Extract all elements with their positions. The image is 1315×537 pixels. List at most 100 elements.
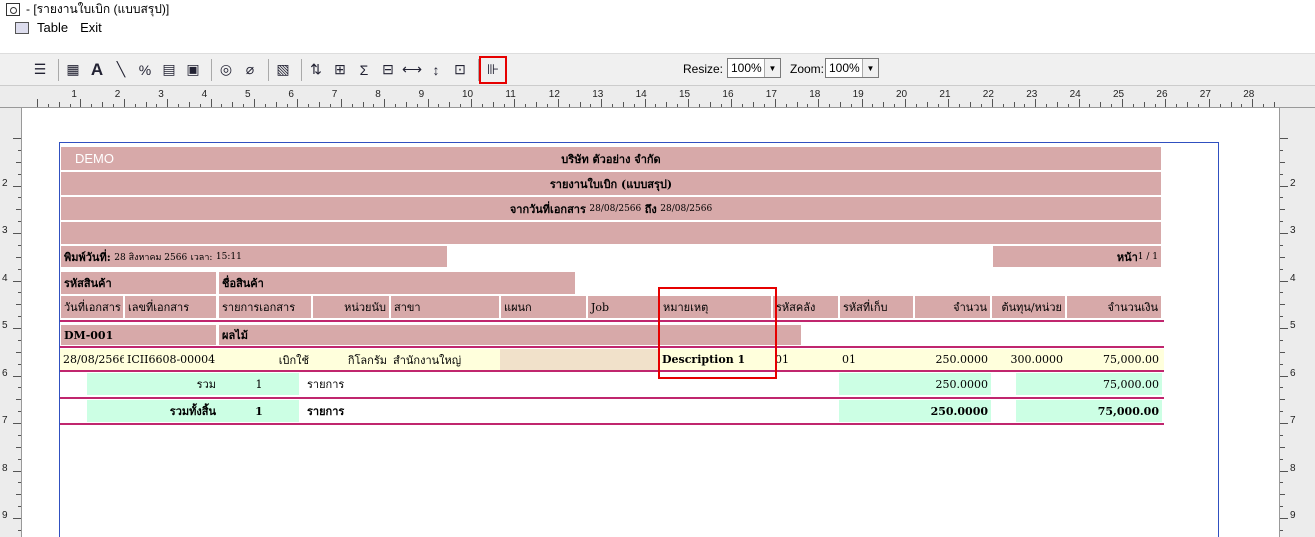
ruler-tick [959,104,961,107]
zoom-select[interactable]: 100% ▼ [825,58,879,78]
grandtotal-amount[interactable]: 75,000.00 [1016,400,1162,422]
ruler-tick [1263,104,1265,107]
ruler-tick [1154,104,1156,107]
col-job[interactable]: Job [587,295,659,319]
ruler-tick [13,328,21,329]
ruler-tick [58,102,60,107]
ruler-number: 9 [1290,510,1296,521]
table-icon[interactable]: ▦ [63,60,83,80]
col-branch[interactable]: สาขา [390,295,500,319]
stamp-icon[interactable]: ◎ [216,60,236,80]
text-icon[interactable]: A [87,60,107,80]
ruler-tick [1197,104,1199,107]
col-product-name[interactable]: ชื่อสินค้า [218,271,576,295]
ruler-tick [134,104,136,107]
blank-band[interactable] [60,221,1162,245]
ruler-number: 19 [852,89,864,100]
chevron-down-icon[interactable]: ▼ [764,59,780,77]
col-unit[interactable]: หน่วยนับ [312,295,390,319]
col-product-code[interactable]: รหัสสินค้า [60,271,217,295]
ruler-number: 9 [2,510,8,521]
ruler-tick [546,104,548,107]
fit-page-icon[interactable]: ⊡ [450,60,470,80]
col-doc-date[interactable]: วันที่เอกสาร [60,295,124,319]
ruler-tick [1280,399,1285,401]
col-amount[interactable]: จำนวนเงิน [1066,295,1162,319]
ruler-number: 15 [679,89,691,100]
resize-select[interactable]: 100% ▼ [727,58,781,78]
menu-bar: Table Exit [0,18,1315,53]
chart-icon[interactable]: ▧ [273,60,293,80]
ruler-tick [492,102,494,107]
sum-icon[interactable]: Σ [354,60,374,80]
ruler-tick [1046,104,1048,107]
format-icon[interactable]: ▤ [159,60,179,80]
subtotal-amount[interactable]: 75,000.00 [1016,373,1162,395]
group-code[interactable]: DM-001 [60,324,217,346]
menu-exit[interactable]: Exit [80,20,102,35]
fit-width-icon[interactable]: ⟷ [402,60,422,80]
ruler-tick [850,104,852,107]
grandtotal-label[interactable]: รวมทั้งสิ้น [87,400,219,422]
ruler-tick [199,104,201,107]
page-number-band[interactable]: หน้า 1 / 1 [992,245,1162,268]
ruler-tick [514,99,516,107]
ruler-tick [753,102,755,107]
ruler-tick [1280,244,1283,246]
filter-icon[interactable]: ⊟ [378,60,398,80]
ruler-tick [1176,104,1178,107]
menu-table[interactable]: Table [37,20,68,35]
ruler-tick [1280,351,1285,353]
eraser-icon[interactable]: ⌀ [240,60,260,80]
ruler-tick [1280,209,1285,211]
grandtotal-count[interactable]: 1 [219,400,299,422]
subtotal-count[interactable]: 1 [219,373,299,395]
ruler-number: 8 [1290,462,1296,474]
ruler-number: 11 [505,89,516,100]
chevron-down-icon[interactable]: ▼ [862,59,878,77]
ruler-tick [1143,102,1145,107]
line-icon[interactable]: ╲ [111,60,131,80]
ruler-tick [18,387,21,389]
subtotal-label[interactable]: รวม [87,373,219,395]
ruler-tick [894,104,896,107]
zoom-value: 100% [829,61,860,75]
report-title[interactable]: รายงานใบเบิก (แบบสรุป) [60,171,1162,196]
align-icon[interactable]: ☰ [30,60,50,80]
ruler-tick [13,185,21,187]
toolbar-separator [478,58,479,81]
ruler-tick [188,102,190,107]
fit-height-icon[interactable]: ↕ [426,60,446,80]
subtotal-qty[interactable]: 250.0000 [839,373,991,395]
ruler-tick [18,363,21,365]
ruler-tick [80,99,82,107]
percent-icon[interactable]: % [135,60,155,80]
company-band[interactable]: DEMO บริษัท ตัวอย่าง จำกัด [60,146,1162,171]
ruler-tick [796,102,798,107]
print-date-label: พิมพ์วันที่: [64,250,111,264]
date-range-band[interactable]: จากวันที่เอกสาร 28/08/2566 ถึง 28/08/256… [60,196,1162,221]
ruler-tick [839,102,841,107]
sort-icon[interactable]: ⇅ [306,60,326,80]
exit-door-icon[interactable]: ⊪ [479,55,507,84]
grandtotal-qty[interactable]: 250.0000 [839,400,991,422]
col-qty[interactable]: จำนวน [914,295,991,319]
page-label: หน้า [1116,250,1138,264]
image-icon[interactable]: ▣ [183,60,203,80]
print-time: 15:11 [215,251,242,262]
col-warehouse[interactable]: รหัสคลัง [772,295,839,319]
ruler-tick [1230,102,1232,107]
col-location[interactable]: รหัสที่เก็บ [839,295,914,319]
ruler-tick [460,104,462,107]
col-doc-no[interactable]: เลขที่เอกสาร [124,295,217,319]
ruler-tick [970,102,972,107]
ruler-tick [536,102,538,107]
ruler-tick [13,518,21,519]
group-icon[interactable]: ⊞ [330,60,350,80]
col-department[interactable]: แผนก [500,295,587,319]
col-doc-item[interactable]: รายการเอกสาร [218,295,312,319]
window-menu-icon[interactable] [15,22,29,34]
print-date-band[interactable]: พิมพ์วันที่: 28 สิงหาคม 2566 เวลา: 15:11 [60,245,448,268]
col-unit-cost[interactable]: ต้นทุน/หน่วย [991,295,1066,319]
ruler-tick [1280,470,1288,472]
